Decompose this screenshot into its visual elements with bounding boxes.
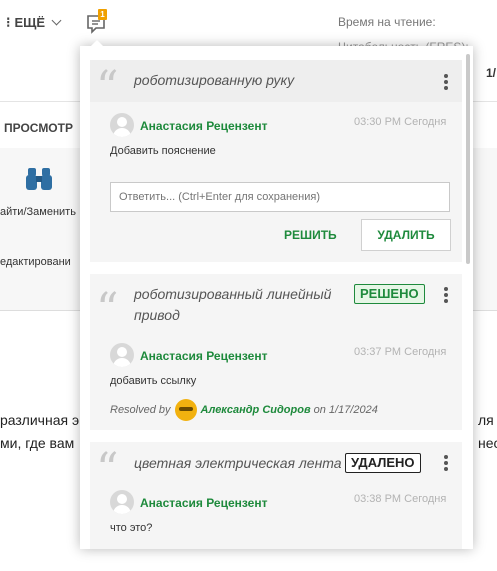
comment-count-badge: 1 xyxy=(98,9,107,20)
more-options-icon[interactable] xyxy=(444,455,448,473)
more-dot-icon: ⁝ xyxy=(6,14,11,30)
page-counter-fragment: 1/ xyxy=(486,66,497,80)
comment-card: “ роботизированную руку Анастасия Реценз… xyxy=(90,60,462,262)
comment-author: Анастасия Рецензент xyxy=(140,119,268,133)
chevron-down-icon xyxy=(51,15,62,26)
more-options-icon[interactable] xyxy=(444,287,448,305)
resolver-avatar xyxy=(174,399,197,421)
comment-quote-header: “ роботизированный линейный привод РЕШЕН… xyxy=(90,274,462,334)
comment-quote: роботизированную руку xyxy=(134,72,295,88)
more-label: ЕЩЁ xyxy=(14,15,46,30)
avatar xyxy=(110,113,134,137)
editing-label: едактировани xyxy=(0,256,71,268)
comment-card: “ роботизированный линейный привод РЕШЕН… xyxy=(90,274,462,430)
status-badge: УДАЛЕНО xyxy=(345,453,421,473)
delete-button[interactable]: УДАЛИТЬ xyxy=(361,219,451,251)
popup-scrollbar[interactable] xyxy=(466,54,470,264)
comment-card: “ цветная электрическая лента УДАЛЕНО Ан… xyxy=(90,442,462,549)
document-text-line: ми, где вам xyxy=(0,435,75,451)
comment-text: что это? xyxy=(110,522,153,534)
resolve-button[interactable]: РЕШИТЬ xyxy=(278,219,342,251)
comment-quote-header: “ цветная электрическая лента УДАЛЕНО xyxy=(90,442,462,492)
comment-time: 03:38 PM Сегодня xyxy=(354,493,447,505)
quote-icon: “ xyxy=(96,284,119,335)
popup-arrow xyxy=(90,40,104,47)
resolved-date: on 1/17/2024 xyxy=(313,404,378,416)
comment-author: Анастасия Рецензент xyxy=(140,349,268,363)
comments-popup: “ роботизированную руку Анастасия Реценз… xyxy=(80,46,473,549)
tab-review[interactable]: ПРОСМОТР xyxy=(4,121,73,135)
find-replace-label[interactable]: айти/Заменить xyxy=(0,206,76,218)
more-menu-button[interactable]: ⁝ ЕЩЁ xyxy=(6,14,62,31)
more-options-icon[interactable] xyxy=(444,74,448,92)
comment-quote-line: привод xyxy=(134,307,180,323)
comment-quote: цветная электрическая лента xyxy=(134,455,342,471)
quote-icon: “ xyxy=(96,444,119,495)
avatar xyxy=(110,343,134,367)
comment-author: Анастасия Рецензент xyxy=(140,496,268,510)
comment-quote: роботизированный линейный привод xyxy=(134,284,331,326)
comment-time: 03:37 PM Сегодня xyxy=(354,346,447,358)
comment-text: добавить ссылку xyxy=(110,375,197,387)
comment-quote-header: “ роботизированную руку xyxy=(90,60,462,110)
comment-quote-line: роботизированный линейный xyxy=(134,286,332,302)
reading-time-label: Время на чтение: xyxy=(338,15,436,29)
resolved-by-label: Resolved by xyxy=(110,404,171,416)
document-text-line: нес xyxy=(478,435,497,451)
comment-time: 03:30 PM Сегодня xyxy=(354,116,447,128)
status-badge: РЕШЕНО xyxy=(354,284,425,304)
resolved-by-line: Resolved by Александр Сидоров on 1/17/20… xyxy=(110,399,378,421)
reply-input[interactable] xyxy=(110,182,450,212)
document-text-line: различная э xyxy=(0,412,80,428)
binoculars-icon[interactable] xyxy=(25,166,53,192)
avatar xyxy=(110,490,134,514)
quote-icon: “ xyxy=(96,62,119,113)
resolver-name: Александр Сидоров xyxy=(200,404,311,416)
comment-text: Добавить пояснение xyxy=(110,145,216,157)
document-text-line: ля xyxy=(478,412,494,428)
